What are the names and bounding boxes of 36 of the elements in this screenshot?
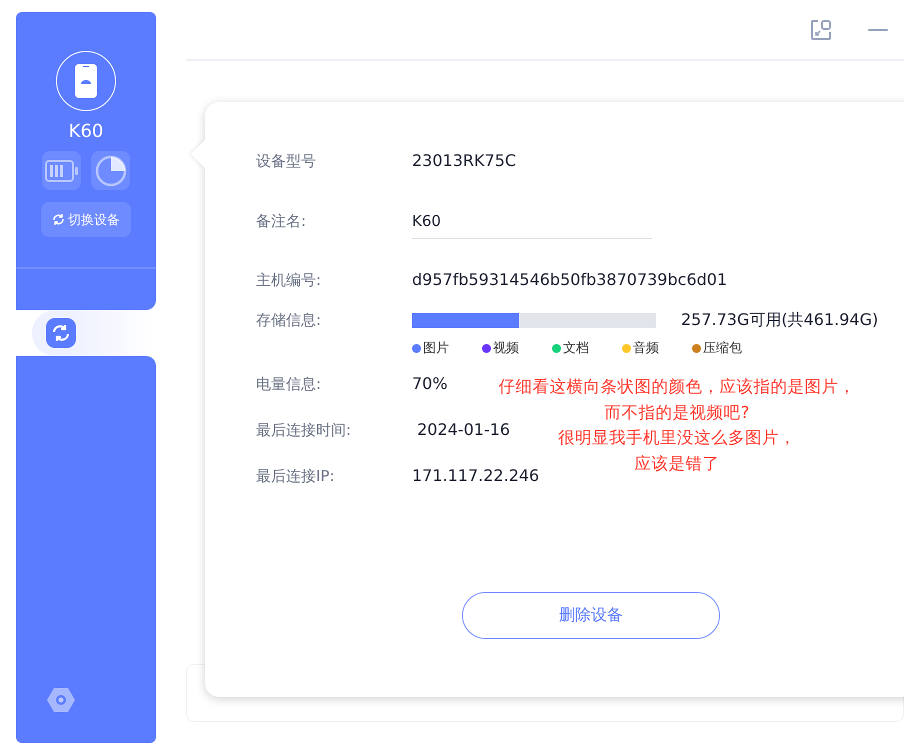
info-value: d957fb59314546b50fb3870739bc6d01 — [412, 269, 728, 291]
storage-value: 257.73G可用(共461.94G) — [681, 309, 878, 331]
info-value: 23013RK75C — [412, 150, 516, 172]
info-value: 2024-01-16 — [416, 419, 510, 441]
picture-in-picture-icon[interactable] — [810, 18, 832, 40]
info-value: 171.117.22.246 — [412, 465, 540, 487]
legend-item: 音频 — [622, 339, 692, 357]
storage-button[interactable] — [91, 151, 130, 190]
battery-button[interactable] — [42, 151, 81, 190]
info-label: 最后连接时间: — [256, 420, 352, 441]
info-label: 备注名: — [256, 211, 308, 232]
phone-icon — [75, 64, 97, 98]
pie-chart-icon — [94, 154, 126, 186]
info-value: 70% — [412, 373, 448, 395]
legend-item: 压缩包 — [692, 339, 762, 357]
legend-item: 图片 — [412, 339, 482, 357]
annotation-text: 而不指的是视频吧? — [604, 402, 750, 424]
remark-name-field[interactable]: K60 — [412, 210, 652, 239]
sync-icon — [46, 318, 76, 348]
annotation-text: 很明显我手机里没这么多图片， — [558, 427, 796, 449]
battery-icon — [44, 160, 78, 182]
info-label: 主机编号: — [256, 270, 322, 291]
minimize-icon[interactable] — [868, 28, 888, 32]
info-label: 存储信息: — [256, 310, 322, 331]
switch-device-button[interactable]: 切换设备 — [41, 202, 131, 237]
settings-icon[interactable] — [46, 685, 76, 715]
device-name: K60 — [68, 121, 104, 142]
annotation-text: 仔细看这横向条状图的颜色，应该指的是图片， — [498, 376, 856, 398]
info-label: 电量信息: — [256, 374, 322, 395]
info-label: 最后连接IP: — [256, 466, 336, 487]
annotation-text: 应该是错了 — [634, 452, 720, 474]
legend-item: 视频 — [482, 339, 552, 357]
legend-item: 文档 — [552, 339, 622, 357]
refresh-icon — [52, 213, 65, 226]
delete-device-button[interactable]: 删除设备 — [462, 592, 720, 639]
info-label: 设备型号 — [256, 151, 317, 172]
